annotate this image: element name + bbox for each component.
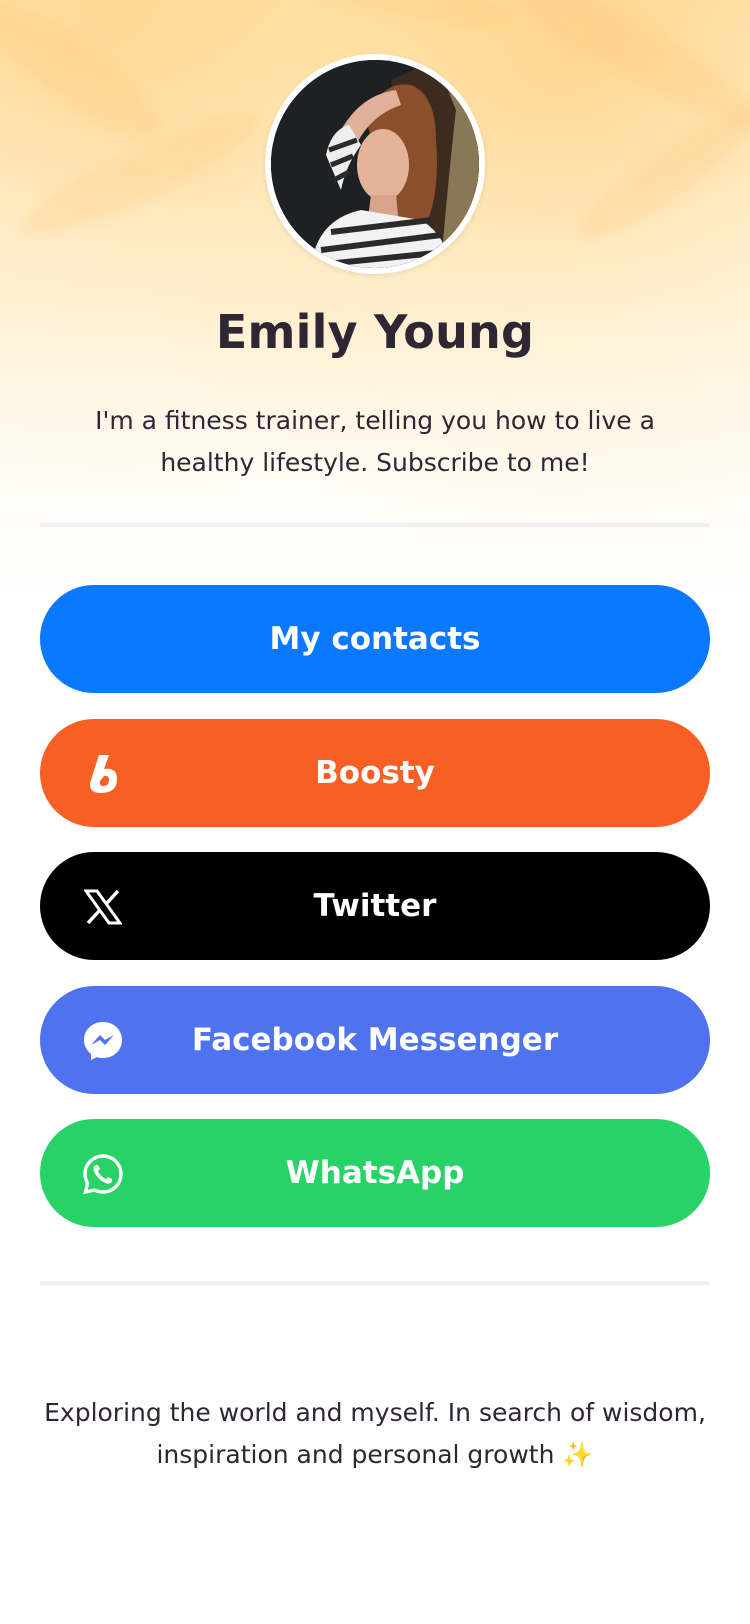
twitter-button[interactable]: Twitter xyxy=(40,852,710,960)
avatar-photo xyxy=(271,60,479,268)
profile-name: Emily Young xyxy=(215,305,535,359)
whatsapp-button[interactable]: WhatsApp xyxy=(40,1119,710,1227)
profile-page: Emily Young I'm a fitness trainer, telli… xyxy=(0,0,750,1624)
facebook-messenger-button[interactable]: Facebook Messenger xyxy=(40,986,710,1094)
footer-text-block: Exploring the world and myself. In searc… xyxy=(40,1392,710,1476)
boosty-button[interactable]: Boosty xyxy=(40,719,710,827)
button-label: Facebook Messenger xyxy=(191,1022,559,1058)
button-label: Twitter xyxy=(313,888,437,924)
profile-bio: I'm a fitness trainer, telling you how t… xyxy=(95,406,655,477)
x-icon xyxy=(82,886,124,928)
boosty-icon xyxy=(82,753,124,795)
button-label: Boosty xyxy=(315,755,435,791)
messenger-icon xyxy=(82,1020,124,1062)
sparkles-icon: ✨ xyxy=(562,1440,594,1469)
divider-bottom xyxy=(40,1281,710,1285)
button-label: My contacts xyxy=(269,621,481,657)
avatar xyxy=(265,54,485,274)
divider-top xyxy=(40,523,710,527)
footer-text: Exploring the world and myself. In searc… xyxy=(44,1398,706,1469)
whatsapp-icon xyxy=(82,1153,124,1195)
my-contacts-button[interactable]: My contacts xyxy=(40,585,710,693)
button-label: WhatsApp xyxy=(285,1155,465,1191)
